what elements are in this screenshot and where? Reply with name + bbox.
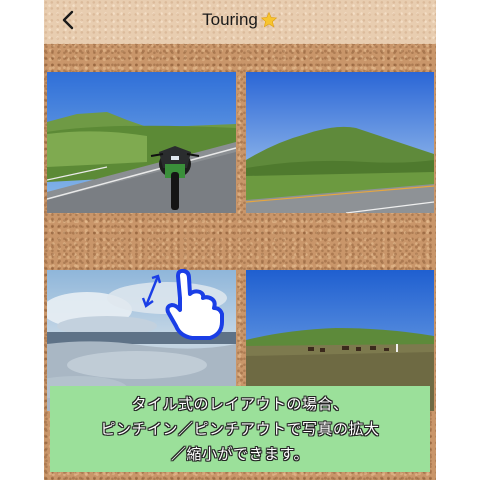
photo-motorcycle-road — [47, 72, 236, 213]
right-margin — [436, 0, 480, 480]
photo-tile-mountain[interactable] — [246, 72, 434, 213]
photo-mountain-road — [246, 72, 434, 213]
caption-line-2: ピンチイン／ピンチアウトで写真の拡大 — [100, 419, 380, 438]
instruction-caption: タイル式のレイアウトの場合、 ピンチイン／ピンチアウトで写真の拡大 ／縮小ができ… — [50, 386, 430, 472]
page-title: Touring — [44, 0, 436, 40]
page-title-text: Touring — [202, 10, 258, 29]
caption-line-3: ／縮小ができます。 — [170, 444, 309, 463]
left-margin — [0, 0, 44, 480]
star-icon — [260, 11, 278, 28]
caption-line-1: タイル式のレイアウトの場合、 — [131, 394, 349, 413]
photo-tile-motorcycle[interactable] — [47, 72, 236, 213]
